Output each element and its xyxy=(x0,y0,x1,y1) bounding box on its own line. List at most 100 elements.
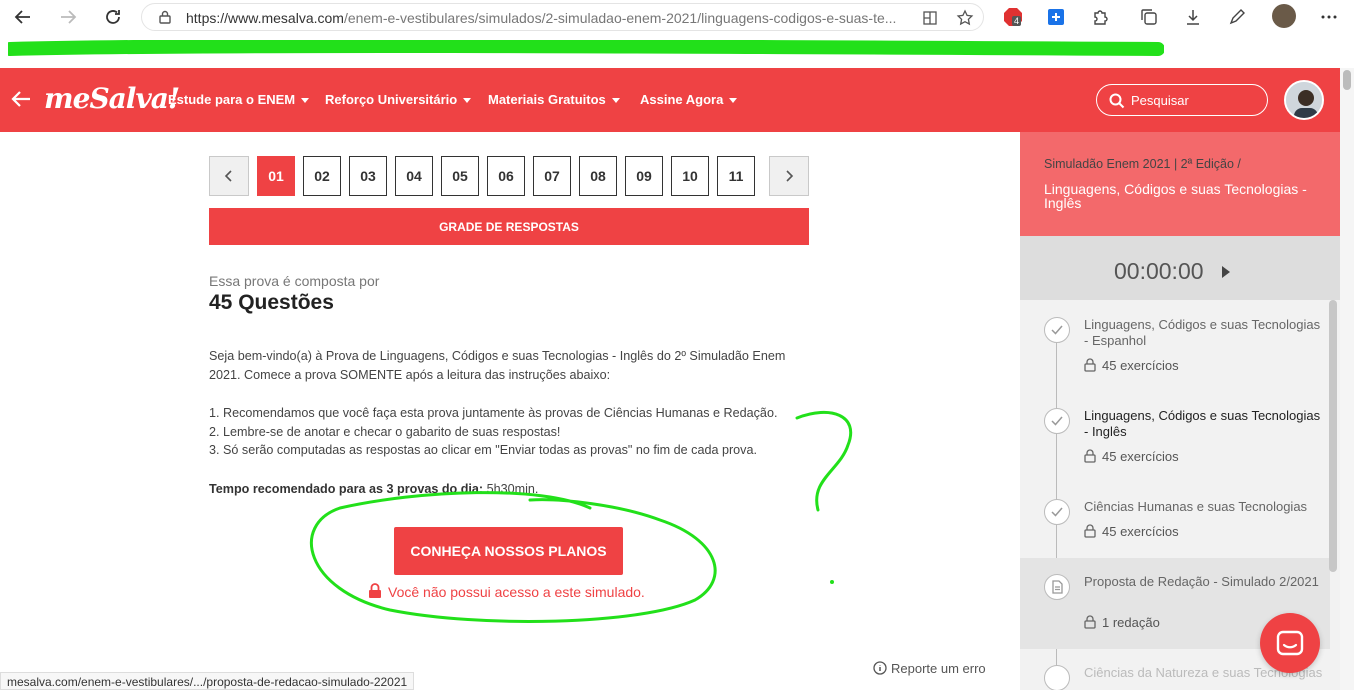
lock-icon xyxy=(369,583,381,598)
sidebar-item-meta-text: 45 exercícios xyxy=(1102,449,1179,464)
timer-value: 00:00:00 xyxy=(1114,258,1204,284)
sidebar-item-humanas[interactable]: Ciências Humanas e suas Tecnologias 45 e… xyxy=(1020,482,1330,558)
chat-button[interactable] xyxy=(1260,613,1320,673)
nav-reforco-universitario[interactable]: Reforço Universitário xyxy=(325,92,472,107)
adblock-extension-icon[interactable]: 4 xyxy=(1002,6,1024,28)
intro-line-2: 2021. Comece a prova SOMENTE após a leit… xyxy=(209,368,611,382)
exam-subtitle: Essa prova é composta por xyxy=(209,273,380,289)
pager-page-04[interactable]: 04 xyxy=(395,156,433,196)
sidebar-scrollbar[interactable] xyxy=(1329,300,1337,572)
check-icon xyxy=(1044,408,1070,434)
forward-icon[interactable] xyxy=(55,4,81,30)
info-icon xyxy=(873,661,887,675)
answer-grid-button[interactable]: GRADE DE RESPOSTAS xyxy=(209,208,809,245)
reader-mode-icon[interactable] xyxy=(922,10,938,26)
favorite-star-icon[interactable] xyxy=(956,9,974,27)
nav-assine-agora[interactable]: Assine Agora xyxy=(640,92,738,107)
pager-page-08[interactable]: 08 xyxy=(579,156,617,196)
pager-page-07[interactable]: 07 xyxy=(533,156,571,196)
sidebar-item-title: Proposta de Redação - Simulado 2/2021 xyxy=(1084,574,1319,589)
recommended-time-value: 5h30min. xyxy=(486,482,539,496)
reload-icon[interactable] xyxy=(100,4,126,30)
blue-extension-icon[interactable] xyxy=(1045,6,1067,28)
chevron-down-icon xyxy=(729,98,738,104)
lock-icon xyxy=(1084,358,1096,372)
report-error-link[interactable]: Reporte um erro xyxy=(873,661,986,676)
sidebar-item-meta: 45 exercícios xyxy=(1084,449,1179,464)
lock-icon xyxy=(1084,615,1096,629)
pager-prev-button[interactable] xyxy=(209,156,249,196)
site-header: meSalva! Estude para o ENEM Reforço Univ… xyxy=(0,68,1340,132)
chevron-down-icon xyxy=(611,98,620,104)
pager-page-01[interactable]: 01 xyxy=(257,156,295,196)
pager-page-05[interactable]: 05 xyxy=(441,156,479,196)
back-arrow-icon[interactable] xyxy=(10,88,32,110)
status-bar-url: mesalva.com/enem-e-vestibulares/.../prop… xyxy=(0,672,415,690)
exam-timer: 00:00:00 xyxy=(1020,236,1340,300)
lock-icon xyxy=(1084,449,1096,463)
nav-materiais-gratuitos[interactable]: Materiais Gratuitos xyxy=(488,92,620,107)
collections-icon[interactable] xyxy=(1138,6,1160,28)
lock-icon xyxy=(159,10,171,24)
back-icon[interactable] xyxy=(10,4,36,30)
chevron-down-icon xyxy=(301,98,310,104)
rule-1: 1. Recomendamos que você faça esta prova… xyxy=(209,406,778,420)
sidebar-item-meta-text: 45 exercícios xyxy=(1102,524,1179,539)
recommended-time: Tempo recomendado para as 3 provas do di… xyxy=(209,480,538,499)
extension-badge: 4 xyxy=(1012,16,1022,26)
pager-page-09[interactable]: 09 xyxy=(625,156,663,196)
rule-3: 3. Só serão computadas as respostas ao c… xyxy=(209,443,757,457)
page-scrollbar[interactable] xyxy=(1340,68,1354,690)
check-icon xyxy=(1044,665,1070,690)
sidebar-item-meta-text: 45 exercícios xyxy=(1102,358,1179,373)
report-error-label: Reporte um erro xyxy=(891,661,986,676)
url-text: https://www.mesalva.com/enem-e-vestibula… xyxy=(186,10,897,26)
chat-icon xyxy=(1276,630,1304,656)
chevron-left-icon xyxy=(224,170,232,182)
check-icon xyxy=(1044,317,1070,343)
check-icon xyxy=(1044,499,1070,525)
more-menu-icon[interactable] xyxy=(1318,6,1340,28)
chevron-right-icon xyxy=(786,170,794,182)
green-annotation-stroke xyxy=(8,40,1164,56)
user-avatar[interactable] xyxy=(1284,80,1324,120)
download-icon[interactable] xyxy=(1182,6,1204,28)
sidebar-current-title: Linguagens, Códigos e suas Tecnologias -… xyxy=(1044,181,1307,211)
pager-page-10[interactable]: 10 xyxy=(671,156,709,196)
edit-share-icon[interactable] xyxy=(1226,6,1248,28)
pager-page-02[interactable]: 02 xyxy=(303,156,341,196)
play-icon[interactable] xyxy=(1222,266,1230,278)
sidebar-breadcrumb[interactable]: Simuladão Enem 2021 | 2ª Edição / xyxy=(1044,157,1241,171)
search-label: Pesquisar xyxy=(1131,93,1189,108)
nav-estude-enem[interactable]: Estude para o ENEM xyxy=(168,92,310,107)
sidebar-item-meta: 45 exercícios xyxy=(1084,358,1179,373)
sidebar-item-espanhol[interactable]: Linguagens, Códigos e suas Tecnologias -… xyxy=(1020,300,1330,391)
pager-page-06[interactable]: 06 xyxy=(487,156,525,196)
pager-page-03[interactable]: 03 xyxy=(349,156,387,196)
sidebar-item-ingles[interactable]: Linguagens, Códigos e suas Tecnologias -… xyxy=(1020,391,1330,482)
address-bar[interactable]: https://www.mesalva.com/enem-e-vestibula… xyxy=(141,3,984,31)
chevron-down-icon xyxy=(463,98,472,104)
no-access-message: Você não possui acesso a este simulado. xyxy=(368,583,645,600)
plans-button[interactable]: CONHEÇA NOSSOS PLANOS xyxy=(394,527,623,575)
intro-line-1: Seja bem-vindo(a) à Prova de Linguagens,… xyxy=(209,349,786,363)
sidebar-item-meta: 45 exercícios xyxy=(1084,524,1179,539)
question-count-title: 45 Questões xyxy=(209,291,334,314)
no-access-text: Você não possui acesso a este simulado. xyxy=(388,584,645,600)
exam-sidebar: Simuladão Enem 2021 | 2ª Edição / Lingua… xyxy=(1020,132,1340,690)
page-scrollbar-thumb[interactable] xyxy=(1343,70,1351,90)
sidebar-item-title: Linguagens, Códigos e suas Tecnologias -… xyxy=(1084,317,1321,348)
sidebar-item-meta-text: 1 redação xyxy=(1102,615,1160,630)
site-logo[interactable]: meSalva! xyxy=(44,82,180,115)
pager-next-button[interactable] xyxy=(769,156,809,196)
lock-icon xyxy=(1084,524,1096,538)
sidebar-item-title: Linguagens, Códigos e suas Tecnologias -… xyxy=(1084,408,1321,439)
profile-avatar-icon[interactable] xyxy=(1272,4,1296,28)
browser-chrome: https://www.mesalva.com/enem-e-vestibula… xyxy=(0,0,1354,68)
search-button[interactable]: Pesquisar xyxy=(1096,84,1268,116)
search-icon xyxy=(1109,93,1125,109)
document-icon xyxy=(1044,574,1070,600)
browser-toolbar: https://www.mesalva.com/enem-e-vestibula… xyxy=(0,0,1354,34)
pager-page-11[interactable]: 11 xyxy=(717,156,755,196)
extensions-puzzle-icon[interactable] xyxy=(1089,6,1111,28)
